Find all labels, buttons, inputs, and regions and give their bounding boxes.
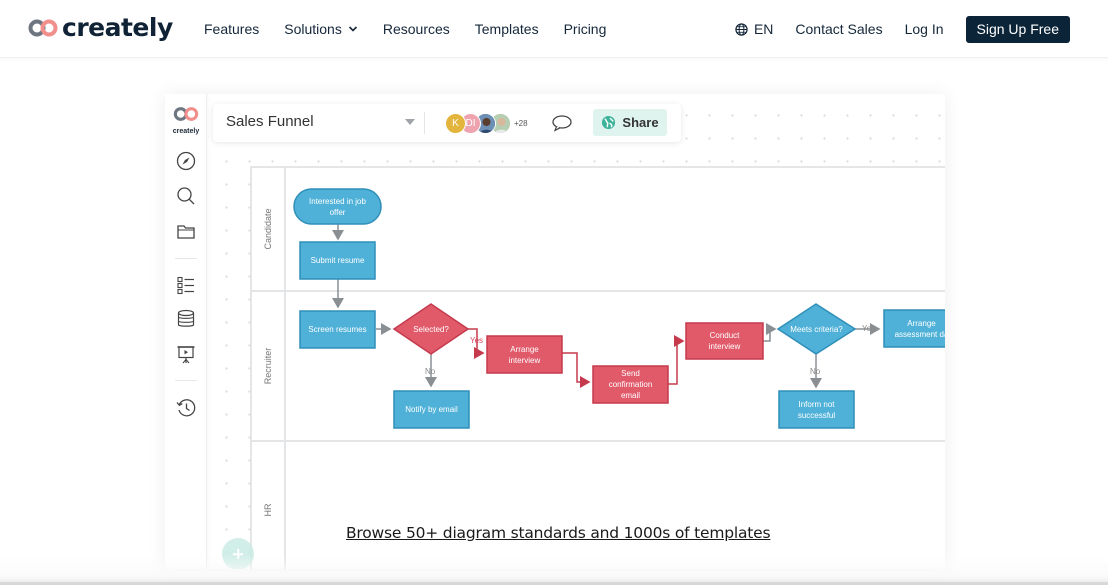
contact-sales-label: Contact Sales	[795, 21, 883, 37]
logo-mark-icon	[173, 107, 199, 121]
lane-label-recruiter: Recruiter	[263, 347, 273, 385]
browse-templates-link[interactable]: Browse 50+ diagram standards and 1000s o…	[346, 524, 771, 542]
globe-icon	[602, 115, 616, 130]
nav-templates[interactable]: Templates	[475, 21, 539, 37]
search-icon[interactable]	[175, 185, 197, 207]
nav-pricing-label: Pricing	[563, 21, 607, 37]
compass-icon[interactable]	[175, 150, 197, 172]
nav-right: EN Contact Sales Log In Sign Up Free	[735, 0, 1070, 58]
rail-divider	[175, 380, 197, 381]
node-arrange-interview-label: Arrange interview	[508, 344, 541, 365]
logo-mark-icon	[28, 19, 58, 37]
node-meets-criteria-label: Meets criteria?	[790, 324, 843, 334]
document-toolbar: Sales Funnel K DI +28 Share	[213, 104, 681, 142]
chevron-down-icon	[348, 26, 357, 32]
language-label: EN	[753, 21, 774, 37]
node-conduct-interview-label: Conduct interview	[708, 331, 741, 351]
node-send-confirmation-label: Send confirmation email	[608, 369, 653, 400]
checklist-icon[interactable]	[175, 274, 197, 296]
avatar-initial: DI	[465, 117, 476, 129]
swimlane-hr: HR	[250, 440, 945, 569]
nav-solutions[interactable]: Solutions	[284, 21, 358, 37]
edge-label-selected-yes: Yes	[470, 336, 484, 345]
caret-down-icon[interactable]	[405, 119, 415, 125]
node-interested-label: Interested in job offer	[309, 196, 366, 217]
lane-label-candidate: Candidate	[263, 208, 273, 250]
nav-features-label: Features	[204, 21, 260, 37]
comment-icon[interactable]	[551, 113, 573, 133]
app-preview: Candidate Recruiter HR Interested in job…	[165, 94, 945, 569]
nav-pricing[interactable]: Pricing	[564, 21, 607, 37]
collaborator-avatars[interactable]: K DI +28	[445, 112, 528, 134]
node-screen-label: Screen resumes	[308, 325, 367, 334]
edge-label-meets-no: No	[810, 367, 821, 376]
node-notify-label: Notify by email	[405, 405, 458, 414]
collaborators-more-count: +28	[514, 118, 528, 128]
history-icon[interactable]	[175, 397, 197, 419]
node-selected-label: Selected?	[413, 324, 449, 334]
node-submit-label: Submit resume	[310, 256, 365, 265]
globe-icon	[735, 22, 748, 36]
left-toolbar: creately	[165, 94, 207, 569]
signup-button[interactable]: Sign Up Free	[965, 15, 1070, 43]
login-link[interactable]: Log In	[905, 21, 944, 37]
brand-name: creately	[62, 13, 173, 42]
primary-nav: Features Solutions Resources Templates P…	[204, 0, 631, 58]
nav-solutions-label: Solutions	[284, 21, 342, 37]
rail-divider	[175, 258, 197, 259]
node-inform-label: Inform not successful	[797, 399, 836, 420]
database-icon[interactable]	[175, 308, 197, 330]
presentation-icon[interactable]	[175, 344, 197, 366]
bottom-fade	[0, 555, 1108, 585]
lane-header: Recruiter	[252, 292, 286, 440]
folder-icon[interactable]	[175, 221, 197, 243]
contact-sales-link[interactable]: Contact Sales	[795, 21, 882, 37]
creately-logo[interactable]: creately	[28, 14, 173, 42]
document-title[interactable]: Sales Funnel	[226, 113, 314, 130]
rail-logo-text: creately	[172, 128, 200, 135]
edge-label-meets-yes: Yes	[862, 324, 876, 333]
top-navbar: creately Features Solutions Resources Te…	[0, 0, 1108, 58]
language-selector[interactable]: EN	[735, 21, 773, 37]
edge-label-selected-no: No	[425, 367, 436, 376]
lane-header: HR	[252, 442, 286, 569]
node-assessment-label: Arrange assessment da	[894, 318, 945, 339]
nav-resources-label: Resources	[382, 21, 450, 37]
lane-header: Candidate	[252, 168, 286, 290]
nav-features[interactable]: Features	[204, 21, 259, 37]
avatar: K	[445, 112, 466, 134]
lane-label-hr: HR	[263, 503, 273, 517]
login-label: Log In	[904, 21, 944, 37]
avatar-initial: K	[452, 117, 459, 129]
rail-logo[interactable]: creately	[171, 106, 201, 135]
share-button[interactable]: Share	[593, 109, 667, 136]
share-label: Share	[622, 115, 659, 130]
toolbar-divider	[424, 112, 425, 134]
nav-templates-label: Templates	[474, 21, 539, 37]
nav-resources[interactable]: Resources	[383, 21, 450, 37]
